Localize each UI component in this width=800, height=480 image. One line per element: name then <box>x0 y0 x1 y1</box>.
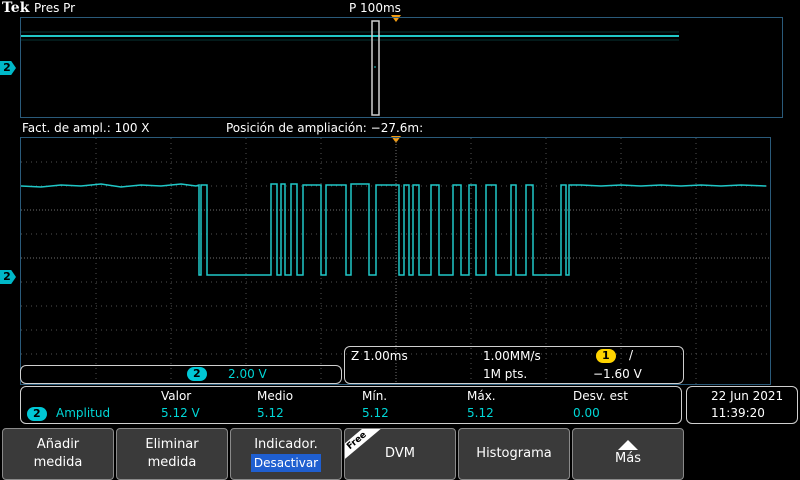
timebase-trigger-readout[interactable]: Z 1.00ms 1.00MM/s 1 / 1M pts. −1.60 V <box>344 346 684 384</box>
remove-measurement-label-1: Eliminar <box>145 437 199 452</box>
add-measurement-button[interactable]: Añadir medida <box>2 428 114 480</box>
measurement-min: 5.12 <box>362 406 389 420</box>
channel-scale-readout[interactable]: 2 2.00 V <box>20 365 342 384</box>
horizontal-position: P 100ms <box>349 1 401 15</box>
header-stddev: Desv. est <box>573 389 629 403</box>
free-badge: Free <box>345 429 381 463</box>
histogram-button[interactable]: Histograma <box>458 428 570 480</box>
channel-2-badge: 2 <box>187 367 207 381</box>
header-value: Valor <box>161 389 192 403</box>
overview-waveform-panel[interactable] <box>20 17 783 118</box>
trigger-level: −1.60 V <box>593 367 642 381</box>
measurement-max: 5.12 <box>467 406 494 420</box>
trigger-slope-icon: / <box>629 348 634 362</box>
measurement-label: Amplitud <box>56 406 111 420</box>
add-measurement-label-1: Añadir <box>36 437 80 452</box>
zoom-factor: Fact. de ampl.: 100 X <box>22 121 150 135</box>
datetime-panel[interactable]: 22 Jun 2021 11:39:20 <box>686 386 798 424</box>
overview-trace <box>21 20 679 116</box>
add-measurement-label-2: medida <box>33 455 83 470</box>
acquisition-mode: Pres Pr <box>34 1 76 15</box>
header-mean: Medio <box>257 389 294 403</box>
histogram-label: Histograma <box>476 446 552 461</box>
channel-2-marker-zoom[interactable]: 2 <box>0 270 16 284</box>
zoom-position: Posición de ampliación: −27.6m: <box>226 121 424 135</box>
measurement-table[interactable]: Valor Medio Mín. Máx. Desv. est 2 Amplit… <box>20 386 682 424</box>
channel-2-scale: 2.00 V <box>228 367 267 381</box>
indicator-state: Desactivar <box>250 454 322 472</box>
header-max: Máx. <box>467 389 496 403</box>
indicator-button[interactable]: Indicador. Desactivar <box>230 428 342 480</box>
record-length: 1M pts. <box>483 367 528 381</box>
trigger-channel-badge: 1 <box>596 349 616 363</box>
measurement-value: 5.12 V <box>161 406 200 420</box>
more-label: Más <box>615 451 641 466</box>
date-display: 22 Jun 2021 <box>711 389 784 403</box>
channel-2-marker-overview[interactable]: 2 <box>0 61 16 75</box>
indicator-label: Indicador. <box>254 437 318 452</box>
measurement-mean: 5.12 <box>257 406 284 420</box>
measurement-stddev: 0.00 <box>573 406 600 420</box>
more-button[interactable]: Más <box>572 428 684 480</box>
chevron-up-icon <box>618 440 638 450</box>
dvm-button[interactable]: Free DVM <box>344 428 456 480</box>
brand-logo: Tek <box>2 0 30 16</box>
remove-measurement-label-2: medida <box>147 455 197 470</box>
zoom-timebase: Z 1.00ms <box>351 349 408 363</box>
header-min: Mín. <box>362 389 388 403</box>
dvm-label: DVM <box>385 446 415 461</box>
sample-rate: 1.00MM/s <box>483 349 541 363</box>
measurement-channel-badge: 2 <box>27 407 47 421</box>
remove-measurement-button[interactable]: Eliminar medida <box>116 428 228 480</box>
time-display: 11:39:20 <box>711 406 765 420</box>
